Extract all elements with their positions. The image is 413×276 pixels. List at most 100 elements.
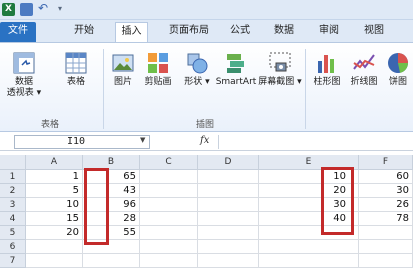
cell-a4[interactable]: 15 bbox=[26, 212, 83, 226]
cell-f3[interactable]: 26 bbox=[359, 198, 413, 212]
tab-home[interactable]: 开始 bbox=[68, 22, 100, 42]
pivot-table-button[interactable]: 数据 透视表 ▾ bbox=[6, 51, 42, 99]
cell-f6[interactable] bbox=[359, 240, 413, 254]
pie-chart-label: 饼图 bbox=[388, 77, 407, 87]
tab-review[interactable]: 审阅 bbox=[313, 22, 345, 42]
cell-d1[interactable] bbox=[198, 170, 259, 184]
cell-c7[interactable] bbox=[140, 254, 198, 268]
smartart-button[interactable]: SmartArt bbox=[214, 51, 258, 88]
cell-a5[interactable]: 20 bbox=[26, 226, 83, 240]
cell-d4[interactable] bbox=[198, 212, 259, 226]
row-header-7[interactable]: 7 bbox=[0, 254, 26, 268]
undo-icon[interactable]: ↶ bbox=[38, 2, 54, 16]
column-header-d[interactable]: D bbox=[198, 155, 259, 170]
picture-label: 图片 bbox=[113, 77, 132, 87]
tab-file[interactable]: 文件 bbox=[0, 22, 36, 42]
screenshot-label: 屏幕截图 bbox=[258, 77, 295, 87]
cell-a2[interactable]: 5 bbox=[26, 184, 83, 198]
cell-a6[interactable] bbox=[26, 240, 83, 254]
clipart-icon bbox=[148, 53, 168, 73]
cell-f7[interactable] bbox=[359, 254, 413, 268]
smartart-icon bbox=[227, 54, 244, 73]
shapes-label: 形状 bbox=[184, 77, 203, 87]
insert-function-icon[interactable]: fx bbox=[200, 135, 209, 146]
pivot-table-icon bbox=[13, 52, 35, 74]
shapes-button[interactable]: 形状 ▾ bbox=[180, 51, 214, 88]
spreadsheet-grid: A B C D E F 1 2 3 4 5 6 7 1 5 10 15 20 6… bbox=[0, 155, 413, 276]
formula-input[interactable] bbox=[218, 135, 413, 149]
group-divider bbox=[305, 49, 306, 129]
tab-insert[interactable]: 插入 bbox=[115, 22, 148, 42]
tab-formulas[interactable]: 公式 bbox=[224, 22, 256, 42]
cell-b7[interactable] bbox=[83, 254, 140, 268]
tables-group-label: 表格 bbox=[40, 120, 59, 130]
name-box-dropdown-icon[interactable]: ▼ bbox=[140, 136, 145, 144]
table-button[interactable]: 表格 bbox=[62, 51, 90, 88]
cell-f1[interactable]: 60 bbox=[359, 170, 413, 184]
row-header-3[interactable]: 3 bbox=[0, 198, 26, 212]
column-header-a[interactable]: A bbox=[26, 155, 83, 170]
row-header-6[interactable]: 6 bbox=[0, 240, 26, 254]
cell-f2[interactable]: 30 bbox=[359, 184, 413, 198]
screenshot-icon bbox=[269, 52, 291, 72]
cell-e6[interactable] bbox=[259, 240, 359, 254]
cell-c5[interactable] bbox=[140, 226, 198, 240]
select-all-corner[interactable] bbox=[0, 155, 26, 170]
pie-chart-button[interactable]: 饼图 bbox=[384, 51, 412, 88]
ribbon-insert-panel: 数据 透视表 ▾ 表格 表格 图片 剪贴画 形状 ▾ SmartArt 屏幕截图… bbox=[0, 42, 413, 132]
cell-d3[interactable] bbox=[198, 198, 259, 212]
smartart-label: SmartArt bbox=[215, 77, 257, 87]
cell-a7[interactable] bbox=[26, 254, 83, 268]
cell-f4[interactable]: 78 bbox=[359, 212, 413, 226]
clipart-button[interactable]: 剪贴画 bbox=[141, 51, 175, 88]
cell-c3[interactable] bbox=[140, 198, 198, 212]
cell-a1[interactable]: 1 bbox=[26, 170, 83, 184]
cell-c1[interactable] bbox=[140, 170, 198, 184]
row-header-1[interactable]: 1 bbox=[0, 170, 26, 184]
cell-f5[interactable] bbox=[359, 226, 413, 240]
formula-bar: I10 ▼ fx bbox=[0, 133, 413, 151]
cell-d6[interactable] bbox=[198, 240, 259, 254]
row-header-5[interactable]: 5 bbox=[0, 226, 26, 240]
tab-page-layout[interactable]: 页面布局 bbox=[163, 22, 215, 42]
row-header-4[interactable]: 4 bbox=[0, 212, 26, 226]
cell-c6[interactable] bbox=[140, 240, 198, 254]
picture-button[interactable]: 图片 bbox=[108, 51, 138, 88]
dropdown-arrow-icon: ▾ bbox=[202, 77, 210, 87]
clipart-label: 剪贴画 bbox=[144, 77, 172, 87]
cell-a3[interactable]: 10 bbox=[26, 198, 83, 212]
line-chart-button[interactable]: 折线图 bbox=[346, 51, 382, 88]
table-icon bbox=[65, 52, 87, 74]
line-chart-icon bbox=[353, 54, 375, 70]
illustrations-group-label: 插图 bbox=[195, 120, 214, 130]
ribbon-tabs: 文件 开始 插入 页面布局 公式 数据 审阅 视图 bbox=[0, 20, 413, 42]
name-box[interactable]: I10 bbox=[14, 135, 150, 149]
pivot-label-2: 透视表 bbox=[6, 88, 34, 98]
excel-logo-icon[interactable]: X bbox=[2, 3, 15, 16]
row-header-2[interactable]: 2 bbox=[0, 184, 26, 198]
tab-data[interactable]: 数据 bbox=[268, 22, 300, 42]
column-header-c[interactable]: C bbox=[140, 155, 198, 170]
pie-chart-icon bbox=[388, 53, 408, 73]
column-chart-button[interactable]: 柱形图 bbox=[309, 51, 345, 88]
screenshot-button[interactable]: 屏幕截图 ▾ bbox=[258, 51, 302, 88]
cell-d5[interactable] bbox=[198, 226, 259, 240]
cell-e7[interactable] bbox=[259, 254, 359, 268]
shapes-icon bbox=[187, 53, 208, 74]
dropdown-arrow-icon: ▾ bbox=[33, 88, 42, 98]
column-header-f[interactable]: F bbox=[359, 155, 413, 170]
line-chart-label: 折线图 bbox=[350, 77, 378, 87]
customize-toolbar-icon[interactable]: ▾ bbox=[58, 3, 66, 16]
cell-d2[interactable] bbox=[198, 184, 259, 198]
column-chart-label: 柱形图 bbox=[313, 77, 341, 87]
pivot-label-1: 数据 bbox=[14, 77, 33, 87]
cell-c4[interactable] bbox=[140, 212, 198, 226]
tab-view[interactable]: 视图 bbox=[358, 22, 390, 42]
highlight-box-column-e bbox=[321, 167, 354, 235]
cell-c2[interactable] bbox=[140, 184, 198, 198]
group-divider bbox=[103, 49, 104, 129]
cell-d7[interactable] bbox=[198, 254, 259, 268]
title-bar: X ↶ ▾ bbox=[0, 0, 413, 20]
save-icon[interactable] bbox=[20, 3, 33, 16]
dropdown-arrow-icon: ▾ bbox=[294, 77, 302, 87]
